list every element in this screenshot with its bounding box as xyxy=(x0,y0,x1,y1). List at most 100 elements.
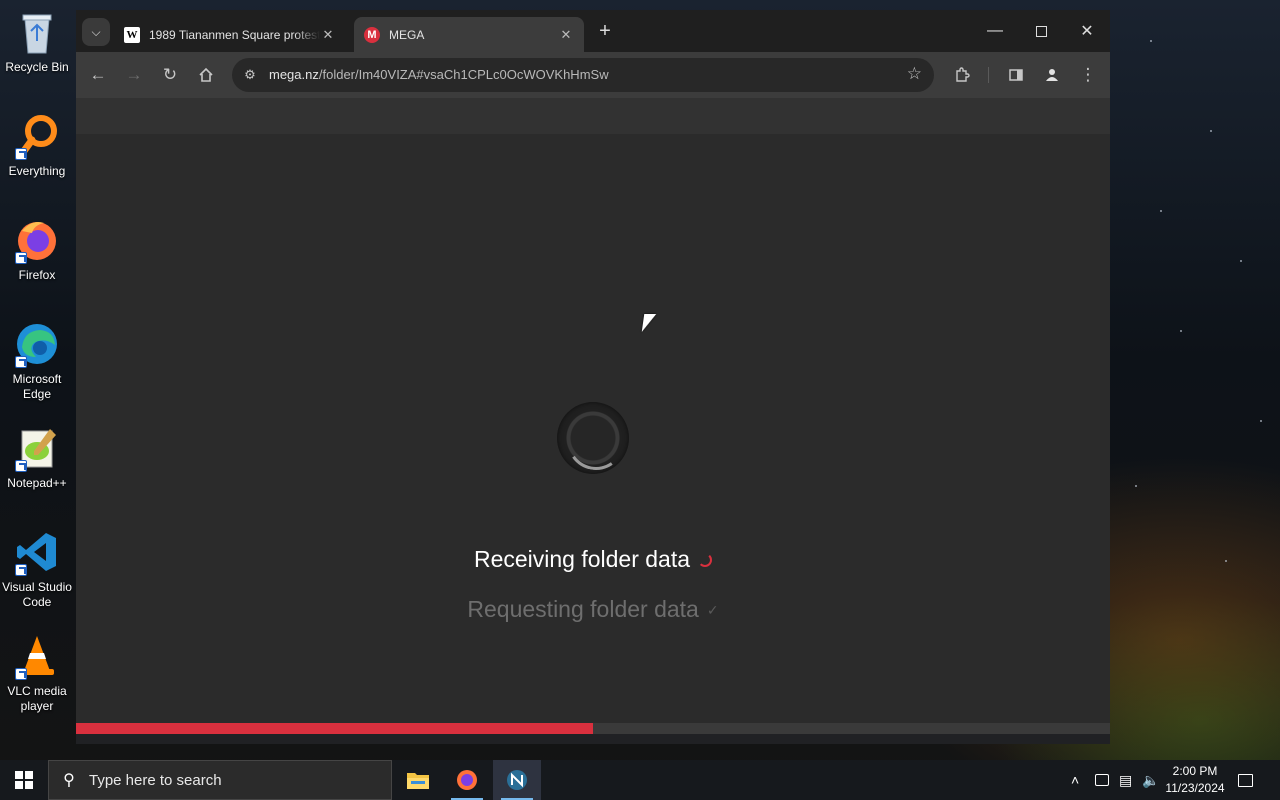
maximize-button[interactable] xyxy=(1018,10,1064,52)
browser-app-icon xyxy=(507,770,527,790)
url-path: /folder/Im40VIZA#vsaCh1CPLc0OcWOVKhHmSw xyxy=(318,67,609,82)
desktop-icon-vscode[interactable]: Visual Studio Code xyxy=(0,528,74,610)
forward-button[interactable]: → xyxy=(120,61,148,89)
firefox-icon xyxy=(457,770,477,790)
desktop-icon-recycle-bin[interactable]: Recycle Bin xyxy=(0,8,74,75)
desktop-icon-everything[interactable]: Everything xyxy=(0,112,74,179)
taskbar-firefox[interactable] xyxy=(443,760,491,800)
search-icon: ⚲ xyxy=(63,772,75,789)
desktop-icon-label: Recycle Bin xyxy=(5,60,69,74)
taskbar-clock[interactable]: 2:00 PM 11/23/2024 xyxy=(1160,763,1230,797)
mouse-cursor xyxy=(641,314,657,332)
clock-time: 2:00 PM xyxy=(1172,764,1218,778)
reload-icon: ↻ xyxy=(162,65,178,84)
desktop-icon-vlc[interactable]: VLC media player xyxy=(0,632,74,714)
site-settings-icon[interactable]: ⚙ xyxy=(240,65,260,85)
address-bar[interactable]: ⚙ mega.nz/folder/Im40VIZA#vsaCh1CPLc0OcW… xyxy=(232,58,934,92)
browser-toolbar: ← → ↻ ⚙ mega.nz/folder/Im40VIZA#vsaCh1CP… xyxy=(76,52,1110,98)
tab-title: 1989 Tiananmen Square protests xyxy=(149,27,320,42)
menu-button[interactable]: ⋮ xyxy=(1074,61,1102,89)
bookmark-star-icon[interactable]: ☆ xyxy=(907,64,922,84)
desktop-icon-label: Microsoft Edge xyxy=(12,372,62,401)
notepad-plus-plus-icon xyxy=(13,424,61,472)
progress-spinner-icon xyxy=(698,552,713,567)
notification-icon xyxy=(1238,773,1253,787)
maximize-icon xyxy=(1035,25,1047,37)
back-button[interactable]: ← xyxy=(84,61,112,89)
new-tab-button[interactable]: + xyxy=(594,21,616,41)
desktop-icon-notepad-plus-plus[interactable]: Notepad++ xyxy=(0,424,74,491)
volume-muted-icon: 🔈 xyxy=(1142,771,1160,788)
close-icon: ✕ xyxy=(1080,23,1094,40)
status-secondary-text: Requesting folder data xyxy=(467,596,699,622)
edge-icon xyxy=(13,320,61,368)
vlc-icon xyxy=(13,632,61,680)
windows-logo-icon xyxy=(15,771,33,789)
toolbar-divider xyxy=(988,67,989,83)
taskbar: ⚲ Type here to search ˄ ▤ 🔈 2:00 PM 11/2… xyxy=(0,760,1280,800)
arrow-left-icon: ← xyxy=(89,65,107,84)
folder-icon xyxy=(407,773,429,789)
network-icon[interactable]: ▤ xyxy=(1119,760,1132,800)
minimize-button[interactable]: — xyxy=(972,10,1018,52)
search-placeholder: Type here to search xyxy=(89,771,222,789)
close-icon[interactable]: ✕ xyxy=(558,27,574,43)
network-icon-glyph: ▤ xyxy=(1119,771,1133,788)
clock-date: 11/23/2024 xyxy=(1165,781,1225,795)
close-icon[interactable]: ✕ xyxy=(320,27,336,43)
recycle-bin-icon xyxy=(13,8,61,56)
mega-loading-page: Receiving folder data Requesting folder … xyxy=(76,134,1110,734)
status-secondary: Requesting folder data ✓ xyxy=(76,596,1110,623)
chevron-up-icon: ˄ xyxy=(1071,772,1080,788)
tab-mega[interactable]: M MEGA ✕ xyxy=(354,17,584,52)
chevron-down-icon: ⌵ xyxy=(91,24,101,39)
desktop-icon-firefox[interactable]: Firefox xyxy=(0,216,74,283)
side-panel-button[interactable] xyxy=(1002,61,1030,89)
more-vert-icon: ⋮ xyxy=(1079,65,1097,84)
desktop-icon-label: Visual Studio Code xyxy=(2,580,72,609)
extensions-button[interactable] xyxy=(948,61,976,89)
side-panel-icon xyxy=(1009,69,1023,81)
browser-window: ⌵ W 1989 Tiananmen Square protests ✕ M M… xyxy=(76,10,1110,744)
puzzle-icon xyxy=(956,67,970,82)
minimize-icon: — xyxy=(987,22,1003,39)
profile-icon xyxy=(1046,69,1058,81)
checkmark-icon: ✓ xyxy=(706,602,719,619)
tray-alert-icon xyxy=(1095,774,1109,786)
wikipedia-favicon-icon: W xyxy=(124,26,140,43)
status-primary: Receiving folder data xyxy=(76,546,1110,573)
show-hidden-icons[interactable]: ˄ xyxy=(1071,760,1079,800)
loading-spinner xyxy=(557,402,629,474)
load-progress-fill xyxy=(76,723,593,734)
profile-button[interactable] xyxy=(1038,61,1066,89)
vscode-icon xyxy=(13,528,61,576)
plus-icon: + xyxy=(599,20,611,42)
everything-search-icon xyxy=(13,112,61,160)
start-button[interactable] xyxy=(0,760,48,800)
tab-search-button[interactable]: ⌵ xyxy=(82,18,110,46)
tray-app-icon[interactable] xyxy=(1095,760,1109,800)
taskbar-search[interactable]: ⚲ Type here to search xyxy=(48,760,392,800)
volume-icon[interactable]: 🔈 xyxy=(1142,760,1159,800)
home-icon xyxy=(199,67,213,82)
desktop-icon-edge[interactable]: Microsoft Edge xyxy=(0,320,74,402)
taskbar-file-explorer[interactable] xyxy=(394,760,442,800)
tab-wikipedia[interactable]: W 1989 Tiananmen Square protests ✕ xyxy=(114,17,346,52)
desktop-icon-label: Notepad++ xyxy=(7,476,67,490)
home-button[interactable] xyxy=(192,61,220,89)
close-window-button[interactable]: ✕ xyxy=(1064,10,1110,52)
firefox-icon xyxy=(13,216,61,264)
tab-title: MEGA xyxy=(389,27,425,42)
reload-button[interactable]: ↻ xyxy=(156,61,184,89)
tab-strip: ⌵ W 1989 Tiananmen Square protests ✕ M M… xyxy=(76,10,1110,52)
taskbar-browser[interactable] xyxy=(493,760,541,800)
url-text: mega.nz/folder/Im40VIZA#vsaCh1CPLc0OcWOV… xyxy=(269,67,609,82)
url-host: mega.nz xyxy=(269,67,319,82)
desktop-icon-label: Firefox xyxy=(18,268,56,282)
mega-favicon-icon: M xyxy=(364,26,380,43)
status-primary-text: Receiving folder data xyxy=(473,546,691,572)
desktop-icon-label: Everything xyxy=(8,164,66,178)
arrow-right-icon: → xyxy=(125,65,143,84)
notifications-button[interactable] xyxy=(1238,760,1253,800)
desktop-icon-label: VLC media player xyxy=(7,684,67,713)
